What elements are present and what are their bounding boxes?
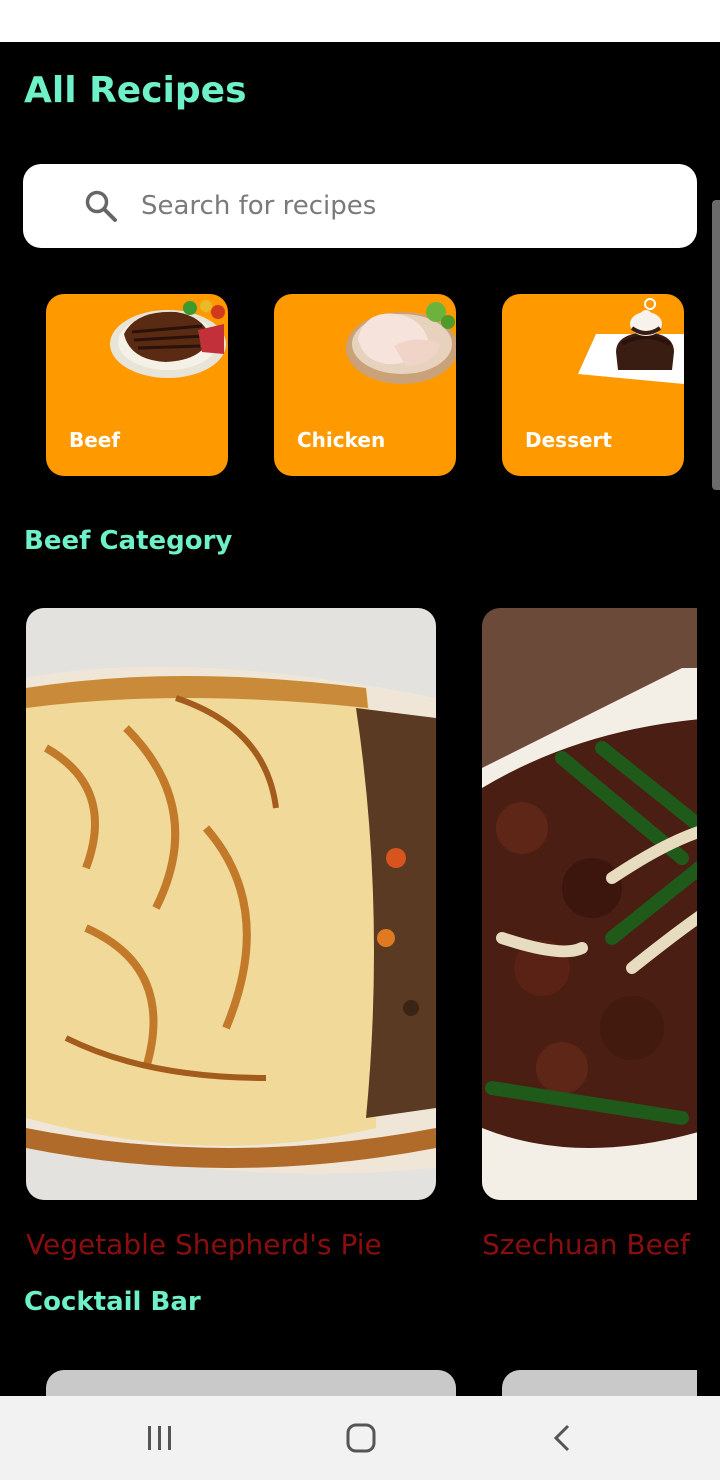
category-card-chicken[interactable]: Chicken [274,294,456,476]
category-card-beef[interactable]: Beef [46,294,228,476]
shepherds-pie-photo [26,608,436,1200]
recipe-name: Szechuan Beef [482,1228,690,1261]
szechuan-beef-photo [482,608,697,1200]
recents-icon[interactable] [135,1416,185,1460]
system-nav-bar [0,1396,720,1480]
steak-plate-image [110,300,226,378]
search-input[interactable] [141,191,661,221]
recipe-card-szechuan-beef[interactable]: Szechuan Beef [482,608,697,1261]
search-icon [81,186,121,226]
category-card-dessert[interactable]: Dessert [502,294,684,476]
home-icon[interactable] [336,1416,386,1460]
recipe-card-shepherds-pie[interactable]: Vegetable Shepherd's Pie [26,608,436,1261]
chocolate-cake-plate-image [578,298,684,384]
category-label: Beef [69,428,121,452]
cocktail-card[interactable] [502,1370,697,1396]
category-label: Chicken [297,428,386,452]
cocktail-card[interactable] [46,1370,456,1396]
status-bar [0,0,720,42]
recipe-name: Vegetable Shepherd's Pie [26,1228,382,1261]
section-title-beef: Beef Category [24,526,233,556]
recipe-carousel-cocktail[interactable] [46,1370,697,1396]
raw-chicken-plate-image [346,302,456,384]
recipe-carousel-beef[interactable]: Vegetable Shepherd's Pie Szechuan Beef [26,608,697,1268]
page-title: All Recipes [24,70,247,111]
search-bar[interactable] [23,164,697,248]
category-label: Dessert [525,428,612,452]
back-icon[interactable] [538,1416,588,1460]
category-list[interactable]: Beef Chicken Dessert [46,294,720,476]
section-title-cocktail: Cocktail Bar [24,1287,201,1317]
